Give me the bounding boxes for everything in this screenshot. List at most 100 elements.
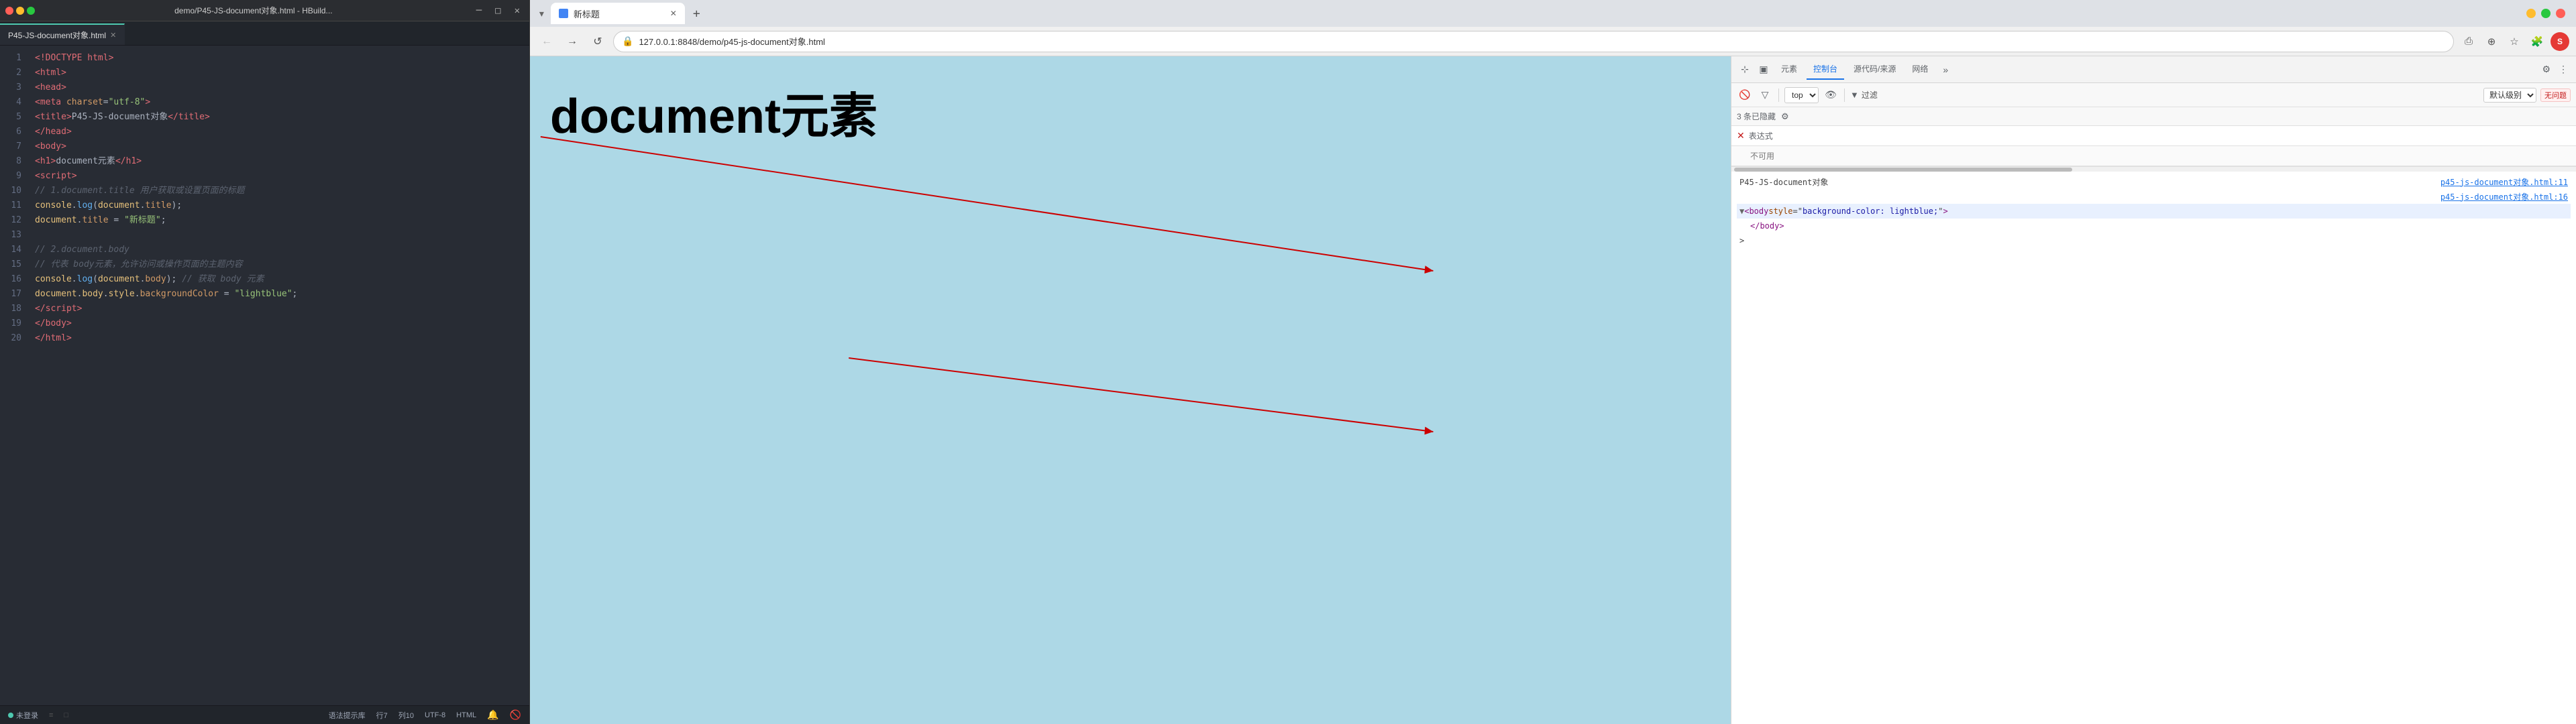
devtools-context-select[interactable]: top [1784, 87, 1819, 103]
devtools-box-icon[interactable]: ▣ [1756, 62, 1772, 78]
back-button[interactable]: ← [537, 32, 557, 52]
dom-expand-icon[interactable]: ▼ [1739, 206, 1744, 216]
maximize-button[interactable] [27, 7, 35, 15]
screenshot-icon-btn[interactable]: ⎙ [2459, 32, 2478, 51]
hidden-count-text: 3 条已隐藏 [1737, 111, 1776, 122]
address-bar[interactable]: 🔒 127.0.0.1:8848/demo/p45-js-document对象.… [613, 31, 2454, 52]
zoom-icon-btn[interactable]: ⊕ [2482, 32, 2501, 51]
expression-value-text: 不可用 [1750, 150, 1774, 162]
page-heading: document元素 [550, 76, 877, 147]
code-content[interactable]: <!DOCTYPE html><html> <head> <meta chars… [27, 46, 529, 705]
browser-tab-bar: ▾ 新标题 ✕ + [535, 3, 2524, 24]
close-button[interactable] [5, 7, 13, 15]
no-issues-badge: 无问题 [2540, 88, 2571, 102]
editor-tab-bar: P45-JS-document对象.html ✕ [0, 21, 529, 46]
status-row: 行7 [376, 710, 388, 721]
browser-tab-active[interactable]: 新标题 ✕ [551, 3, 685, 24]
title-close-icon[interactable]: ✕ [511, 4, 524, 17]
devtools-secondary-toolbar: 🚫 ▽ top 👁 ▼ 过滤 默认级别 无问题 [1731, 83, 2576, 107]
dom-body-tag: <body [1744, 206, 1768, 216]
info-gear-icon[interactable]: ⚙ [1781, 111, 1789, 122]
tab-favicon-icon [559, 9, 568, 18]
filter-group: ▼ 过滤 [1850, 89, 2479, 101]
dom-line-2: p45-js-document对象.html:16 [1737, 189, 2571, 204]
dom-gt-text: > [1739, 236, 1744, 245]
devtools-info-bar: 3 条已隐藏 ⚙ [1731, 107, 2576, 126]
devtools-eye-icon[interactable]: 👁 [1823, 87, 1839, 103]
browser-close-button[interactable] [2556, 9, 2565, 18]
browser-toolbar: ← → ↺ 🔒 127.0.0.1:8848/demo/p45-js-docum… [530, 27, 2576, 56]
editor-tab-active[interactable]: P45-JS-document对象.html ✕ [0, 23, 125, 45]
devtools-filter-collapse-icon[interactable]: ▽ [1757, 87, 1773, 103]
browser-minimize-button[interactable] [2526, 9, 2536, 18]
toolbar-icons: ⎙ ⊕ ☆ 🧩 S [2459, 32, 2569, 51]
editor-titlebar: demo/P45-JS-document对象.html - HBuild... … [0, 0, 529, 21]
dom-line-1: P45-JS-document对象 p45-js-document对象.html… [1737, 174, 2571, 189]
devtools-menu-icon[interactable]: ⋮ [2556, 61, 2571, 78]
tab-close-icon[interactable]: ✕ [110, 31, 116, 40]
devtools-tab-console[interactable]: 控制台 [1807, 59, 1844, 80]
title-maximize-icon[interactable]: □ [491, 4, 504, 17]
status-block-icon[interactable]: 🚫 [510, 709, 521, 721]
dom-title-text: P45-JS-document对象 [1739, 176, 1828, 188]
browser-titlebar: ▾ 新标题 ✕ + [530, 0, 2576, 27]
toolbar-separator-2 [1844, 88, 1845, 102]
expression-close-icon[interactable]: ✕ [1737, 130, 1745, 141]
status-filetype: HTML [456, 711, 476, 719]
profile-button[interactable]: S [2551, 32, 2569, 51]
title-minimize-icon[interactable]: ─ [472, 4, 486, 17]
devtools-panel: ⊹ ▣ 元素 控制台 源代码/来源 网络 » ⚙ ⋮ [1731, 56, 2576, 724]
browser-tab-title: 新标题 [574, 7, 600, 20]
star-icon-btn[interactable]: ☆ [2505, 32, 2524, 51]
filter-icon: ▼ [1850, 90, 1859, 100]
browser-nav-icon[interactable]: ▾ [535, 4, 548, 23]
status-login: 未登录 [8, 710, 38, 721]
devtools-more-icon[interactable]: » [1940, 62, 1951, 78]
filter-label: 过滤 [1862, 89, 1878, 101]
new-tab-button[interactable]: + [688, 4, 706, 23]
devtools-clear-icon[interactable]: 🚫 [1737, 87, 1753, 103]
extensions-icon-btn[interactable]: 🧩 [2528, 32, 2546, 51]
reload-button[interactable]: ↺ [588, 32, 608, 52]
dom-body-close-tag: </body> [1750, 221, 1784, 231]
status-dot-icon [8, 713, 13, 718]
dom-link-1[interactable]: p45-js-document对象.html:11 [2440, 176, 2568, 188]
expression-label: 表达式 [1749, 130, 1773, 141]
editor-window: demo/P45-JS-document对象.html - HBuild... … [0, 0, 530, 724]
dom-link-2[interactable]: p45-js-document对象.html:16 [2440, 191, 2568, 202]
editor-body: 1234567891011121314151617181920 <!DOCTYP… [0, 46, 529, 705]
dom-style-attr: style [1768, 206, 1792, 216]
toolbar-separator [1778, 88, 1779, 102]
devtools-scroll-bar[interactable] [1731, 166, 2576, 172]
browser-maximize-button[interactable] [2541, 9, 2551, 18]
annotation-arrows [530, 56, 1731, 724]
devtools-dom-panel: P45-JS-document对象 p45-js-document对象.html… [1731, 172, 2576, 724]
dom-line-body-close: </body> [1737, 219, 2571, 233]
dom-line-body[interactable]: ▼ <body style =" background-color: light… [1737, 204, 2571, 219]
status-hint: 语法提示库 [329, 710, 366, 721]
devtools-tab-sources[interactable]: 源代码/来源 [1847, 59, 1902, 80]
browser-tab-close-icon[interactable]: ✕ [670, 9, 677, 18]
browser-win-controls [2526, 9, 2571, 18]
line-numbers: 1234567891011121314151617181920 [0, 46, 27, 705]
browser-window: ▾ 新标题 ✕ + ← → ↺ 🔒 127.0.0.1:8848/demo/p4… [530, 0, 2576, 724]
devtools-tab-elements[interactable]: 元素 [1774, 59, 1804, 80]
dom-style-value: background-color: lightblue; [1803, 206, 1938, 216]
devtools-settings-icon[interactable]: ⚙ [2539, 61, 2553, 78]
page-viewport: document元素 [530, 56, 1731, 724]
log-level-select[interactable]: 默认级别 [2483, 88, 2536, 103]
devtools-cursor-icon[interactable]: ⊹ [1737, 62, 1753, 78]
expression-value-bar: 不可用 [1731, 146, 2576, 166]
devtools-tab-network[interactable]: 网络 [1905, 59, 1935, 80]
window-controls [5, 7, 35, 15]
expression-bar: ✕ 表达式 [1731, 126, 2576, 146]
status-encoding: UTF-8 [425, 711, 445, 719]
tab-label: P45-JS-document对象.html [8, 29, 106, 41]
devtools-tab-bar: ⊹ ▣ 元素 控制台 源代码/来源 网络 » ⚙ ⋮ [1731, 56, 2576, 83]
dom-line-gt: > [1737, 233, 2571, 248]
status-bell-icon[interactable]: 🔔 [487, 709, 498, 721]
minimize-button[interactable] [16, 7, 24, 15]
forward-button[interactable]: → [562, 32, 582, 52]
status-col: 列10 [398, 710, 414, 721]
window-title: demo/P45-JS-document对象.html - HBuild... [40, 5, 467, 16]
